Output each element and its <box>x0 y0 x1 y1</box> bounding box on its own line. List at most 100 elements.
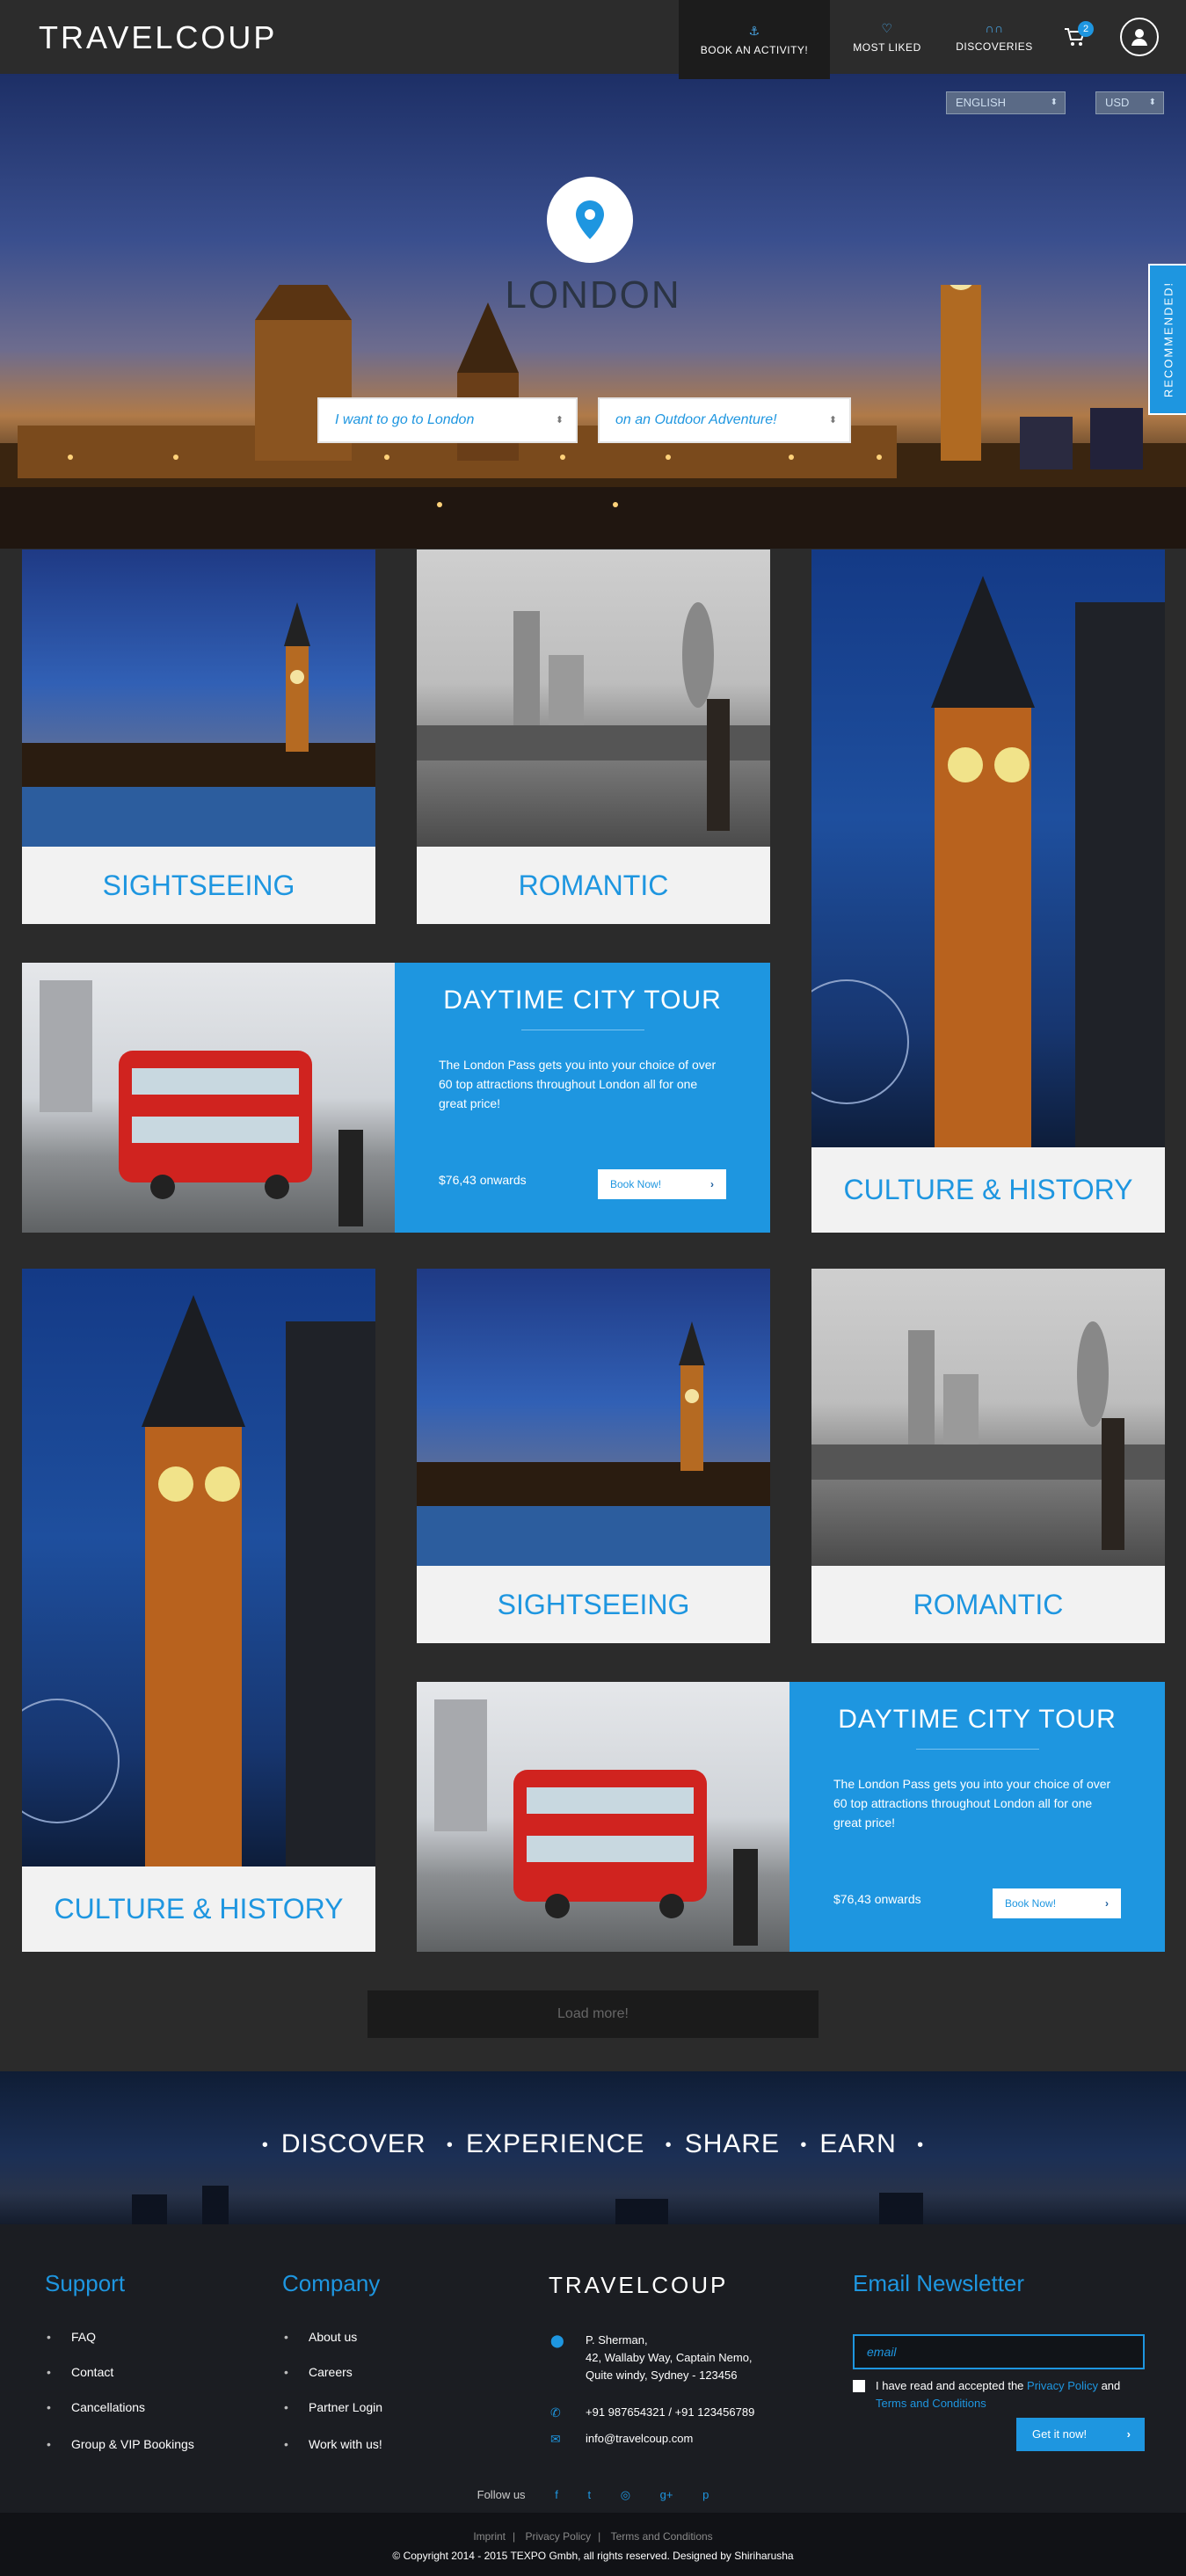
destination-dropdown[interactable]: I want to go to London ⬍ <box>317 397 578 443</box>
imprint-link[interactable]: Imprint <box>473 2530 506 2543</box>
copyright-text: © Copyright 2014 - 2015 TEXPO Gmbh, all … <box>392 2550 794 2562</box>
footer-link-cancellations[interactable]: Cancellations <box>47 2400 145 2414</box>
nav-most-liked[interactable]: ♡ MOST LIKED <box>840 0 934 74</box>
big-ben-night-image <box>22 549 375 847</box>
newsletter-email-input[interactable]: email <box>853 2334 1145 2369</box>
city-drawing <box>417 602 770 831</box>
footer-email[interactable]: info@travelcoup.com <box>586 2430 693 2448</box>
privacy-link[interactable]: Privacy Policy <box>525 2530 591 2543</box>
privacy-policy-link[interactable]: Privacy Policy <box>1027 2379 1098 2392</box>
language-select[interactable]: ENGLISH ⬍ <box>946 91 1066 114</box>
parliament-skyline-image <box>0 285 1186 549</box>
address-line: 42, Wallaby Way, Captain Nemo, <box>586 2351 753 2364</box>
newsletter-heading: Email Newsletter <box>853 2270 1025 2296</box>
consent-text: I have read and accepted the <box>876 2379 1024 2392</box>
google-plus-icon[interactable]: g+ <box>660 2488 673 2501</box>
follow-us-row: Follow us f t ◎ g+ p <box>0 2488 1186 2502</box>
couple-city-image <box>417 549 770 847</box>
anchor-icon: ⚓ <box>748 23 760 38</box>
clock-tower-drawing <box>811 576 1165 1147</box>
support-heading: Support <box>45 2270 126 2296</box>
destination-title: LONDON <box>505 273 681 317</box>
instagram-icon[interactable]: ◎ <box>621 2488 630 2502</box>
london-bus-image <box>417 1682 789 1952</box>
tour-card[interactable]: DAYTIME CITY TOUR The London Pass gets y… <box>417 1682 1165 1952</box>
book-now-button[interactable]: Book Now! › <box>598 1169 726 1199</box>
recommended-side-tab[interactable]: RECOMMENDED! <box>1148 264 1186 415</box>
footer-link-partner-login[interactable]: Partner Login <box>284 2400 382 2414</box>
terms-link[interactable]: Terms and Conditions <box>876 2397 986 2410</box>
follow-us-label: Follow us <box>477 2488 526 2501</box>
twitter-icon[interactable]: t <box>587 2488 591 2501</box>
recommended-label: RECOMMENDED! <box>1161 280 1175 398</box>
footer-bottom-bar: Imprint | Privacy Policy | Terms and Condi… <box>0 2513 1186 2576</box>
page: TRAVELCOUP ⚓ BOOK AN ACTIVITY! ♡ MOST LI… <box>0 0 1186 2576</box>
phone-icon: ✆ <box>550 2405 561 2420</box>
site-logo[interactable]: TRAVELCOUP <box>39 19 277 56</box>
nav-discoveries[interactable]: ∩∩ DISCOVERIES <box>948 0 1041 74</box>
book-now-label: Book Now! <box>1005 1897 1057 1910</box>
tour-info-panel: DAYTIME CITY TOUR The London Pass gets y… <box>395 963 770 1233</box>
footer-link-group-vip[interactable]: Group & VIP Bookings <box>47 2437 194 2451</box>
banner-word: SHARE <box>684 2129 781 2158</box>
tile-culture-history[interactable]: CULTURE & HISTORY <box>811 549 1165 1233</box>
footer-link-careers[interactable]: Careers <box>284 2365 353 2379</box>
tile-sightseeing[interactable]: SIGHTSEEING <box>22 549 375 924</box>
footer-phone[interactable]: +91 987654321 / +91 123456789 <box>586 2404 754 2421</box>
skyline-drawing <box>417 1321 770 1566</box>
book-now-button[interactable]: Book Now! › <box>993 1888 1121 1918</box>
select-arrows-icon: ⬍ <box>1148 98 1156 107</box>
footer-address: P. Sherman, 42, Wallaby Way, Captain Nem… <box>586 2332 753 2384</box>
binoculars-icon: ∩∩ <box>985 21 1004 35</box>
activity-type-dropdown-value: on an Outdoor Adventure! <box>615 412 777 427</box>
big-ben-night-image <box>417 1269 770 1566</box>
tour-info-panel: DAYTIME CITY TOUR The London Pass gets y… <box>789 1682 1165 1952</box>
tile-culture-history[interactable]: CULTURE & HISTORY <box>22 1269 375 1952</box>
chevron-right-icon: › <box>1105 1897 1109 1910</box>
subscribe-button[interactable]: Get it now! › <box>1016 2418 1145 2451</box>
tour-description: The London Pass gets you into your choic… <box>833 1777 1111 1830</box>
london-bus-image <box>22 963 395 1233</box>
nav-book-activity-label: BOOK AN ACTIVITY! <box>700 43 809 56</box>
tile-sightseeing-label: SIGHTSEEING <box>417 1566 770 1643</box>
nav-book-activity[interactable]: ⚓ BOOK AN ACTIVITY! <box>679 0 830 79</box>
tour-card[interactable]: DAYTIME CITY TOUR The London Pass gets y… <box>22 963 770 1233</box>
consent-checkbox[interactable] <box>853 2380 865 2392</box>
city-drawing <box>811 1321 1165 1550</box>
user-account-button[interactable] <box>1120 18 1159 56</box>
tile-romantic[interactable]: ROMANTIC <box>811 1269 1165 1643</box>
footer-link-faq[interactable]: FAQ <box>47 2330 96 2344</box>
nav-most-liked-label: MOST LIKED <box>853 40 921 54</box>
currency-select[interactable]: USD ⬍ <box>1095 91 1164 114</box>
tile-sightseeing-label: SIGHTSEEING <box>22 847 375 924</box>
activity-type-dropdown[interactable]: on an Outdoor Adventure! ⬍ <box>598 397 851 443</box>
facebook-icon[interactable]: f <box>555 2488 558 2501</box>
site-footer: Support FAQ Contact Cancellations Group … <box>0 2224 1186 2576</box>
tour-price: $76,43 onwards <box>439 1173 527 1187</box>
pinterest-icon[interactable]: p <box>702 2488 709 2501</box>
footer-link-about[interactable]: About us <box>284 2330 357 2344</box>
address-line: P. Sherman, <box>586 2333 648 2347</box>
bus-drawing <box>434 1699 758 1946</box>
select-arrows-icon: ⬍ <box>1050 98 1058 107</box>
load-more-button[interactable]: Load more! <box>367 1990 819 2038</box>
chevron-right-icon: › <box>1126 2427 1131 2441</box>
address-line: Quite windy, Sydney - 123456 <box>586 2369 738 2382</box>
tour-description: The London Pass gets you into your choic… <box>439 1058 717 1110</box>
terms-conditions-link[interactable]: Terms and Conditions <box>611 2530 713 2543</box>
skyline-drawing <box>22 602 375 847</box>
language-select-value: ENGLISH <box>956 96 1007 109</box>
subscribe-label: Get it now! <box>1032 2427 1088 2441</box>
banner-tagline: • DISCOVER • EXPERIENCE • SHARE • EARN • <box>261 2129 925 2158</box>
tile-sightseeing[interactable]: SIGHTSEEING <box>417 1269 770 1643</box>
nav-discoveries-label: DISCOVERIES <box>956 40 1033 53</box>
tile-romantic[interactable]: ROMANTIC <box>417 549 770 924</box>
consent-and: and <box>1101 2379 1121 2392</box>
footer-logo[interactable]: TRAVELCOUP <box>549 2272 728 2299</box>
legal-links: Imprint | Privacy Policy | Terms and Condi… <box>473 2530 713 2543</box>
couple-city-image <box>811 1269 1165 1566</box>
footer-link-work-with-us[interactable]: Work with us! <box>284 2437 382 2451</box>
footer-link-contact[interactable]: Contact <box>47 2365 113 2379</box>
tile-culture-history-label: CULTURE & HISTORY <box>22 1867 375 1952</box>
cart-button[interactable]: 2 <box>1064 21 1094 47</box>
